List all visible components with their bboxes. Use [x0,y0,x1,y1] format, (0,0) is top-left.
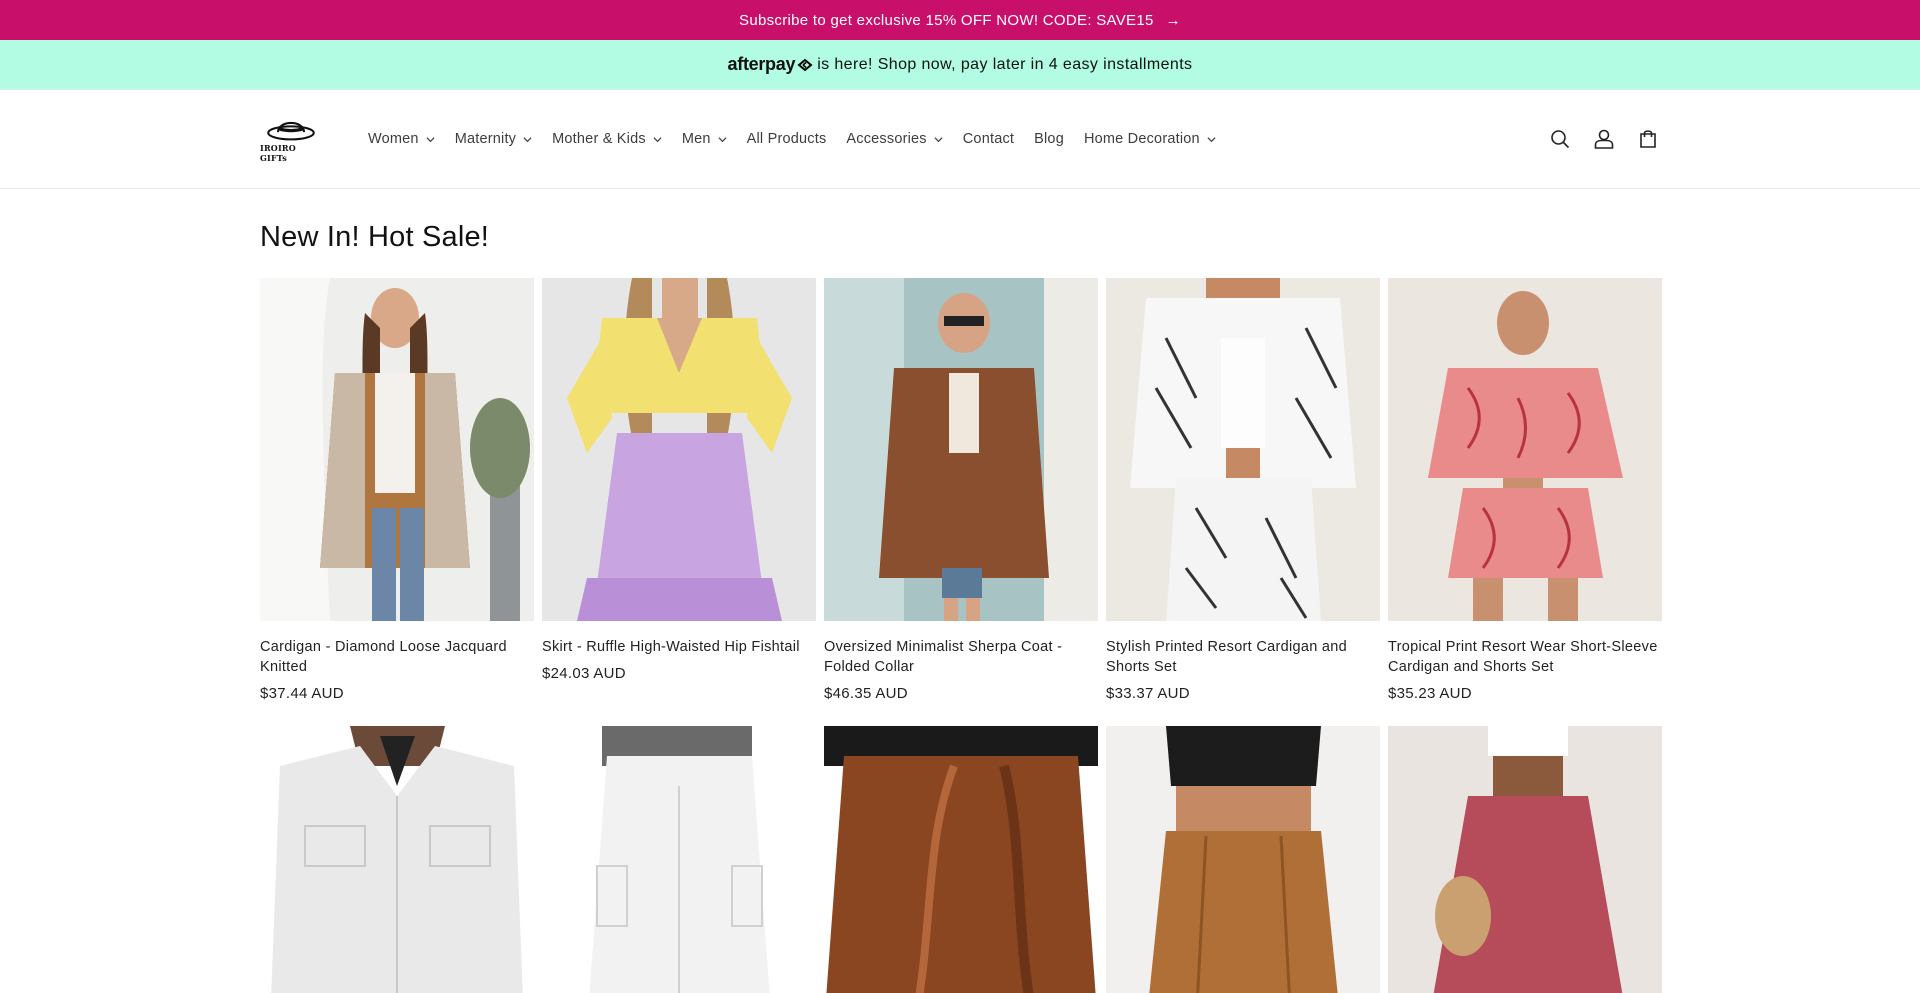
product-price: $33.37 AUD [1106,685,1190,702]
nav-label: Mother & Kids [552,131,646,147]
product-image[interactable] [1106,278,1380,621]
product-photo-denim-jacket [260,726,534,993]
nav-item-all-products[interactable]: All Products [737,119,837,159]
nav-label: Men [681,131,711,147]
product-photo-resort-set [1106,278,1380,621]
product-price: $35.23 AUD [1388,685,1472,702]
afterpay-logo: afterpay [728,54,814,75]
nav-label: Women [368,131,419,147]
product-image[interactable] [542,726,816,993]
chevron-down-icon [653,136,662,142]
announcement-text: Subscribe to get exclusive 15% OFF NOW! … [739,11,1154,29]
nav-label: Maternity [454,131,517,147]
nav-item-accessories[interactable]: Accessories [836,119,952,159]
product-grid: Cardigan - Diamond Loose Jacquard Knitte… [260,278,1662,993]
product-image[interactable] [542,278,816,621]
product-image[interactable] [1388,726,1662,993]
chevron-down-icon [934,136,943,142]
nav-item-mother-kids[interactable]: Mother & Kids [542,119,672,159]
product-card[interactable] [824,726,1098,993]
product-card[interactable]: Tropical Print Resort Wear Short-Sleeve … [1388,278,1662,702]
search-icon [1551,130,1570,149]
product-card[interactable] [1106,726,1380,993]
product-price: $24.03 AUD [542,665,626,682]
section-title: New In! Hot Sale! [260,221,490,253]
account-button[interactable] [1592,127,1616,151]
chevron-down-icon [523,136,532,142]
product-price: $46.35 AUD [824,685,908,702]
product-card[interactable] [260,726,534,993]
product-image[interactable] [260,278,534,621]
main-content: New In! Hot Sale! Cardigan - Diamond Loo… [0,221,1920,993]
product-card[interactable]: Skirt - Ruffle High-Waisted Hip Fishtail… [542,278,816,702]
chevron-down-icon [426,136,435,142]
afterpay-logo-text: afterpay [727,54,796,74]
product-photo-cargo-pants [542,726,816,993]
hat-logo-icon [267,121,315,141]
product-card[interactable]: Stylish Printed Resort Cardigan and Shor… [1106,278,1380,702]
chevron-down-icon [1207,136,1216,142]
cart-icon [1640,130,1656,148]
nav-item-maternity[interactable]: Maternity [445,119,542,159]
nav-label: Contact [962,131,1015,147]
main-nav: Women Maternity Mother & Kids Men All Pr… [358,119,1548,159]
nav-item-blog[interactable]: Blog [1024,119,1074,159]
header-actions [1548,127,1660,151]
arrow-right-icon: → [1165,11,1181,29]
product-photo-sherpa-coat [824,278,1098,621]
product-card[interactable]: Oversized Minimalist Sherpa Coat - Folde… [824,278,1098,702]
store-logo[interactable]: IROIRO GIFTs [260,115,322,163]
product-image[interactable] [1388,278,1662,621]
nav-item-men[interactable]: Men [672,119,737,159]
product-title[interactable]: Tropical Print Resort Wear Short-Sleeve … [1388,637,1662,677]
site-header: IROIRO GIFTs Women Maternity Mother & Ki… [0,90,1920,189]
afterpay-banner: afterpay is here! Shop now, pay later in… [0,40,1920,90]
product-photo-cardigan [260,278,534,621]
announcement-bar[interactable]: Subscribe to get exclusive 15% OFF NOW! … [0,0,1920,40]
nav-item-home-decoration[interactable]: Home Decoration [1074,119,1226,159]
product-card[interactable] [542,726,816,993]
product-photo-satin-skirt [824,726,1098,993]
nav-label: Accessories [846,131,927,147]
nav-item-women[interactable]: Women [358,119,445,159]
search-button[interactable] [1548,127,1572,151]
afterpay-message: is here! Shop now, pay later in 4 easy i… [817,55,1193,73]
product-card[interactable] [1388,726,1662,993]
account-icon [1594,129,1614,149]
product-title[interactable]: Stylish Printed Resort Cardigan and Shor… [1106,637,1380,677]
product-photo-suede-skirt [1106,726,1380,993]
product-image[interactable] [260,726,534,993]
product-price: $37.44 AUD [260,685,344,702]
product-title[interactable]: Cardigan - Diamond Loose Jacquard Knitte… [260,637,534,677]
product-title[interactable]: Oversized Minimalist Sherpa Coat - Folde… [824,637,1098,677]
product-photo-tropical-set [1388,278,1662,621]
product-photo-skirt [542,278,816,621]
product-image[interactable] [824,726,1098,993]
product-image[interactable] [1106,726,1380,993]
nav-label: Blog [1034,131,1064,147]
chevron-down-icon [718,136,727,142]
afterpay-badge-icon [797,58,813,71]
nav-label: Home Decoration [1083,131,1200,147]
product-image[interactable] [824,278,1098,621]
nav-label: All Products [746,131,827,147]
product-card[interactable]: Cardigan - Diamond Loose Jacquard Knitte… [260,278,534,702]
product-photo-wide-leg-pants [1388,726,1662,993]
product-title[interactable]: Skirt - Ruffle High-Waisted Hip Fishtail [542,637,816,657]
cart-button[interactable] [1636,127,1660,151]
nav-item-contact[interactable]: Contact [953,119,1024,159]
logo-text: IROIRO GIFTs [260,143,296,163]
